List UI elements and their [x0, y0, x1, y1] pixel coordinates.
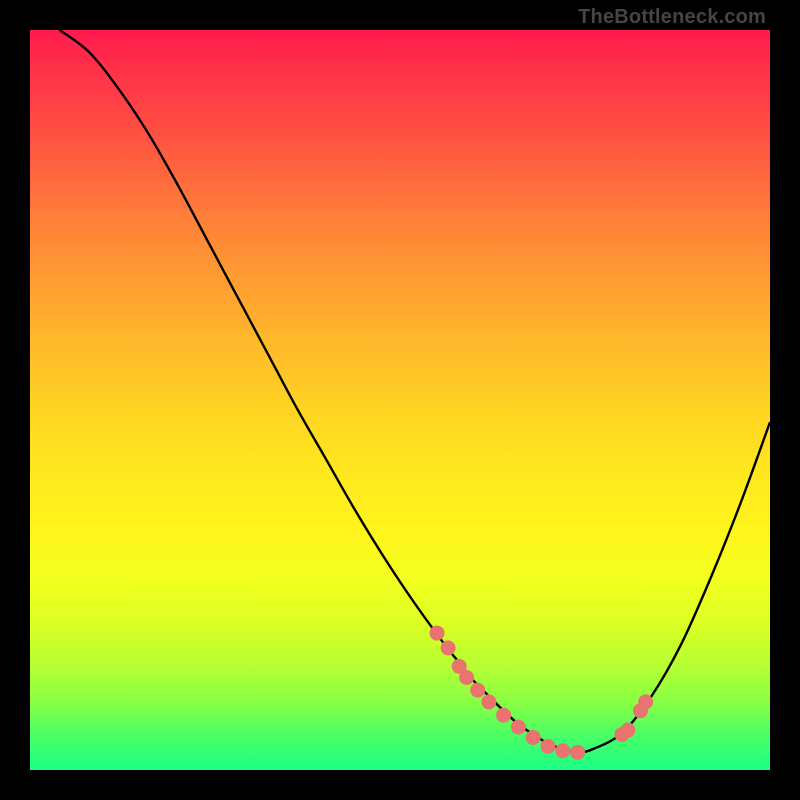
data-point — [459, 670, 474, 685]
chart-frame — [30, 30, 770, 770]
data-point — [481, 694, 496, 709]
watermark-text: TheBottleneck.com — [578, 6, 766, 29]
data-point — [555, 743, 570, 758]
bottleneck-curve — [60, 30, 770, 752]
data-point — [470, 683, 485, 698]
data-point — [511, 720, 526, 735]
chart-svg — [30, 30, 770, 770]
data-point — [430, 626, 445, 641]
plot-area — [30, 30, 770, 770]
data-point — [638, 694, 653, 709]
data-point — [526, 730, 541, 745]
data-point — [441, 640, 456, 655]
data-point — [541, 739, 556, 754]
data-point — [620, 723, 635, 738]
data-point — [496, 708, 511, 723]
data-point — [570, 745, 585, 760]
